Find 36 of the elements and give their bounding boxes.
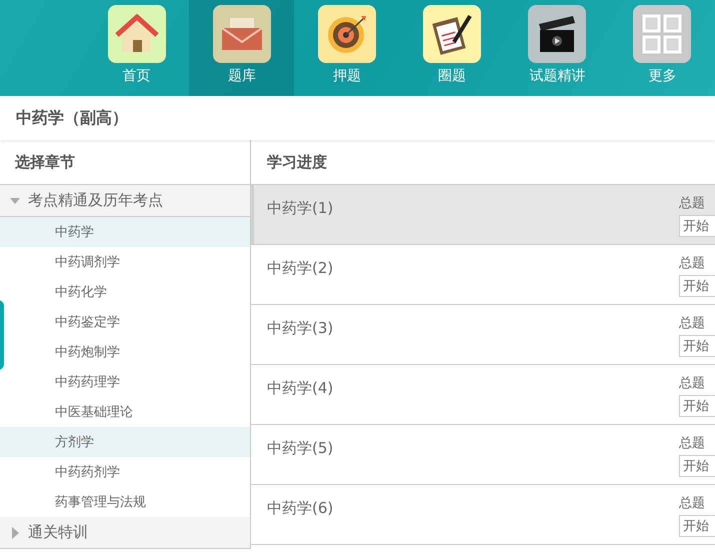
- group-label: 考点精通及历年考点: [28, 191, 163, 210]
- start-button[interactable]: 开始: [679, 335, 715, 357]
- house-icon: [114, 14, 159, 54]
- chapter-group[interactable]: 通关特训: [0, 517, 250, 549]
- section-name: 中药学(4): [267, 379, 334, 399]
- total-label: 总题: [679, 195, 706, 212]
- section-name: 中药学(6): [267, 499, 334, 519]
- nav-tab[interactable]: 题库: [189, 0, 294, 96]
- clipboard-icon: [430, 12, 474, 56]
- total-label: 总题: [679, 255, 706, 272]
- start-button[interactable]: 开始: [679, 215, 715, 237]
- chapter-item[interactable]: 方剂学: [0, 427, 250, 457]
- start-button[interactable]: 开始: [679, 515, 715, 537]
- target-icon: [326, 13, 368, 55]
- progress-row[interactable]: 中药学(1) 总题 开始: [251, 185, 715, 245]
- start-button[interactable]: 开始: [679, 455, 715, 477]
- section-name: 中药学(5): [267, 439, 334, 459]
- section-name: 中药学(2): [267, 259, 334, 279]
- chapter-item[interactable]: 中药学: [0, 217, 250, 247]
- grid-icon: [641, 13, 684, 55]
- nav-tab[interactable]: 首页: [84, 0, 190, 96]
- total-label: 总题: [679, 495, 706, 512]
- start-button[interactable]: 开始: [679, 275, 715, 297]
- total-label: 总题: [679, 435, 706, 452]
- nav-tab[interactable]: 试题精讲: [504, 0, 610, 96]
- section-name: 中药学(1): [267, 199, 334, 219]
- nav-tab[interactable]: 圈题: [400, 0, 505, 96]
- envelope-icon: [220, 16, 264, 52]
- section-name: 中药学(3): [267, 319, 334, 339]
- nav-tab[interactable]: 押题: [294, 0, 400, 96]
- total-label: 总题: [679, 375, 706, 392]
- start-button[interactable]: 开始: [679, 395, 715, 417]
- total-label: 总题: [679, 315, 706, 332]
- group-label: 通关特训: [28, 523, 88, 542]
- page-title: 中药学（副高）: [0, 96, 715, 140]
- chapter-group[interactable]: 考点精通及历年考点: [0, 185, 250, 217]
